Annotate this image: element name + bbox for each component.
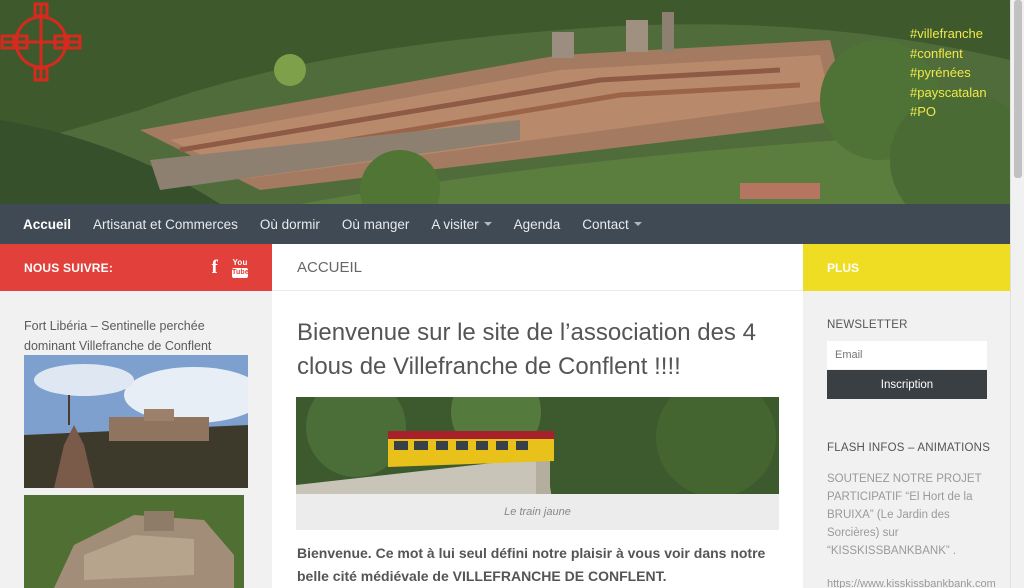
main-navigation: Accueil Artisanat et Commerces Où dormir… <box>0 204 1010 244</box>
email-field[interactable] <box>827 341 987 369</box>
nav-item-label: Accueil <box>23 216 72 232</box>
hashtag[interactable]: #payscatalan <box>910 83 987 103</box>
hero-banner: #villefranche #conflent #pyrénées #paysc… <box>0 0 1010 204</box>
flash-infos-text: SOUTENEZ NOTRE PROJET PARTICIPATIF “El H… <box>827 473 982 557</box>
follow-us-header: NOUS SUIVRE: f You Tube <box>0 244 272 291</box>
nav-item-agenda[interactable]: Agenda <box>514 217 561 232</box>
nav-item-a-visiter[interactable]: A visiter <box>431 216 492 232</box>
hashtag-list: #villefranche #conflent #pyrénées #paysc… <box>910 24 987 122</box>
nav-item-ou-dormir[interactable]: Où dormir <box>260 217 320 232</box>
nav-item-label: Agenda <box>513 216 561 232</box>
scrollbar[interactable] <box>1010 0 1024 588</box>
nav-item-label: Où manger <box>341 216 410 232</box>
nav-item-label: A visiter <box>431 216 479 232</box>
youtube-icon-top: You <box>232 258 248 267</box>
newsletter-label: NEWSLETTER <box>827 319 908 331</box>
facebook-icon[interactable]: f <box>211 257 218 279</box>
hashtag[interactable]: #villefranche <box>910 24 987 44</box>
youtube-icon[interactable]: You Tube <box>232 258 250 278</box>
fort-liberia-photo[interactable] <box>24 355 248 488</box>
right-sidebar: PLUS NEWSLETTER Inscription FLASH INFOS … <box>803 244 1010 588</box>
nav-item-label: Où dormir <box>259 216 320 232</box>
chevron-down-icon <box>483 222 492 226</box>
photo-caption[interactable]: Fort Libéria – Sentinelle perchée domina… <box>24 316 234 356</box>
nav-item-label: Artisanat et Commerces <box>93 216 238 232</box>
flash-infos-label: FLASH INFOS – ANIMATIONS <box>827 442 991 454</box>
page-header-label: ACCUEIL <box>297 258 363 276</box>
nav-item-ou-manger[interactable]: Où manger <box>342 217 410 232</box>
page-title: Bienvenue sur le site de l’association d… <box>297 319 756 380</box>
intro-text: Bienvenue. Ce mot à lui seul défini notr… <box>297 545 766 584</box>
flash-infos-link[interactable]: https://www.kisskissbankbank.com <box>827 578 996 588</box>
nav-item-artisanat[interactable]: Artisanat et Commerces <box>93 217 238 232</box>
hashtag[interactable]: #pyrénées <box>910 63 987 83</box>
village-landscape-image <box>0 0 1010 204</box>
plus-header: PLUS <box>803 244 1010 291</box>
hashtag[interactable]: #conflent <box>910 44 987 64</box>
scrollbar-thumb[interactable] <box>1014 0 1022 178</box>
social-links: f You Tube <box>211 257 250 279</box>
left-sidebar: NOUS SUIVRE: f You Tube Fort Libéria – S… <box>0 244 272 588</box>
chevron-down-icon <box>633 222 642 226</box>
nav-item-accueil[interactable]: Accueil <box>23 217 71 232</box>
main-content: ACCUEIL Bienvenue sur le site de l’assoc… <box>272 244 803 588</box>
image-caption: Le train jaune <box>296 494 779 530</box>
follow-us-label: NOUS SUIVRE: <box>24 260 114 275</box>
page-header: ACCUEIL <box>272 244 803 291</box>
fort-walls-photo[interactable] <box>24 495 244 588</box>
association-logo[interactable] <box>0 0 82 84</box>
hashtag[interactable]: #PO <box>910 102 987 122</box>
plus-label: PLUS <box>827 260 860 275</box>
nav-item-label: Contact <box>582 216 629 232</box>
nav-item-contact[interactable]: Contact <box>582 217 642 232</box>
yellow-train-photo[interactable] <box>296 397 779 494</box>
youtube-icon-bottom: Tube <box>232 268 250 278</box>
subscribe-button[interactable]: Inscription <box>827 370 987 399</box>
